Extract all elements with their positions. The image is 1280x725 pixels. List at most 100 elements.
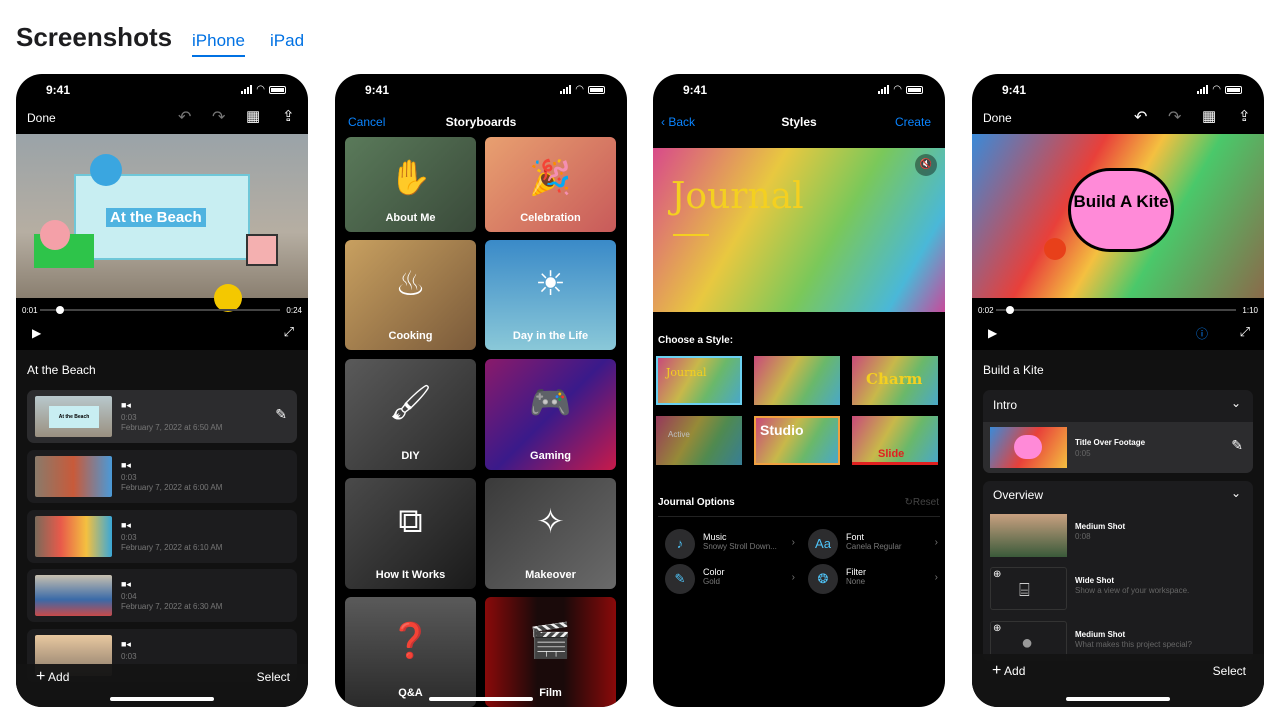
status-icons: ◠ — [560, 84, 605, 95]
option-music[interactable]: ♪ Music Snowy Stroll Down... › — [665, 529, 795, 563]
undo-icon[interactable]: ↶ — [178, 107, 191, 127]
choose-style-label: Choose a Style: — [658, 335, 734, 346]
film-icon[interactable]: ▦ — [1202, 107, 1216, 125]
mute-icon[interactable]: 🔇 — [915, 154, 937, 176]
video-icon: ■◂ — [121, 460, 131, 470]
style-active[interactable]: Active — [656, 416, 742, 465]
storyboard-film[interactable]: 🎬 Film — [485, 597, 616, 707]
redo-icon[interactable]: ↷ — [212, 107, 225, 127]
storyboard-how-it-works[interactable]: ⧉ How It Works — [345, 478, 476, 589]
storyboard-day-in-the-life[interactable]: ☀ Day in the Life — [485, 240, 616, 350]
status-icons: ◠ — [1197, 84, 1242, 95]
redo-icon[interactable]: ↷ — [1168, 107, 1181, 127]
option-font[interactable]: Aa Font Canela Regular › — [808, 529, 938, 563]
pot-icon: ♨ — [395, 265, 426, 304]
style-charm[interactable]: Charm — [852, 356, 938, 405]
gamecontroller-icon: 🎮 — [529, 384, 572, 423]
shot-thumbnail — [990, 514, 1067, 557]
clip-row[interactable]: At the Beach ■◂ 0:03 February 7, 2022 at 6:… — [27, 390, 297, 443]
storyboard-gaming[interactable]: 🎮 Gaming — [485, 359, 616, 470]
current-time: 0:02 — [978, 306, 994, 315]
status-time: 9:41 — [365, 83, 390, 97]
preview-title: Journal — [671, 176, 804, 217]
flowchart-icon: ⧉ — [398, 502, 423, 541]
storyboard-celebration[interactable]: 🎉 Celebration — [485, 137, 616, 232]
film-icon[interactable]: ▦ — [246, 107, 260, 125]
question-bubble-icon: ❓ — [389, 622, 432, 661]
share-icon[interactable]: ⇪ — [282, 107, 295, 125]
current-time: 0:01 — [22, 306, 38, 315]
tab-ipad[interactable]: iPad — [270, 31, 304, 51]
option-filter[interactable]: ❂ Filter None › — [808, 564, 938, 598]
screenshot-4: 9:41 ◠ Done ↶ ↷ ▦ ⇪ Build A Kite 0:02 1:… — [972, 74, 1264, 707]
clip-row[interactable]: Title Over Footage 0:05 ✎ — [983, 422, 1253, 473]
create-button[interactable]: Create — [895, 115, 931, 129]
scrubber[interactable] — [996, 306, 1236, 314]
expand-icon[interactable]: ⤢ — [1240, 324, 1250, 340]
music-note-icon: ♪ — [665, 529, 695, 559]
add-circle-icon: ⊕ — [993, 623, 1002, 634]
home-indicator — [110, 697, 214, 701]
section-overview: Overview ⌄ Medium Shot 0:08 ⊕ ⌸ Wide Shot… — [983, 481, 1253, 661]
info-icon[interactable]: ⓘ — [1196, 325, 1208, 342]
edit-pencil-icon[interactable]: ✎ — [1231, 437, 1243, 454]
shot-placeholder[interactable]: ⊕ ⌸ — [990, 567, 1067, 610]
storyboard-cooking[interactable]: ♨ Cooking — [345, 240, 476, 350]
add-button[interactable]: + Add — [36, 668, 69, 686]
done-button[interactable]: Done — [983, 111, 1012, 125]
play-icon[interactable]: ▶ — [988, 326, 997, 340]
style-preview: Journal 🔇 — [653, 148, 945, 312]
plus-icon: + — [36, 668, 46, 685]
share-icon[interactable]: ⇪ — [1238, 107, 1251, 125]
done-button[interactable]: Done — [27, 111, 56, 125]
status-time: 9:41 — [683, 83, 708, 97]
clip-row[interactable]: ■◂ 0:04 February 7, 2022 at 6:30 AM — [27, 569, 297, 622]
page-title: Screenshots — [16, 22, 173, 52]
scrubber[interactable] — [40, 306, 280, 314]
video-preview[interactable]: Build A Kite — [972, 134, 1264, 298]
reset-button[interactable]: ↻Reset — [904, 497, 939, 508]
video-icon: ■◂ — [121, 579, 131, 589]
chevron-down-icon[interactable]: ⌄ — [1231, 396, 1241, 410]
clip-row[interactable]: ■◂ 0:03 February 7, 2022 at 6:10 AM — [27, 510, 297, 563]
plus-icon: + — [992, 662, 1002, 679]
style-studio[interactable]: Studio — [754, 416, 840, 465]
chevron-down-icon[interactable]: ⌄ — [1231, 486, 1241, 500]
storyboard-about-me[interactable]: ✋ About Me — [345, 137, 476, 232]
edit-pencil-icon[interactable]: ✎ — [275, 406, 287, 423]
storyboard-qa[interactable]: ❓ Q&A — [345, 597, 476, 707]
eyedropper-icon: ✎ — [665, 564, 695, 594]
status-icons: ◠ — [241, 84, 286, 95]
undo-icon[interactable]: ↶ — [1134, 107, 1147, 127]
expand-icon[interactable]: ⤢ — [284, 324, 294, 340]
chevron-right-icon: › — [934, 572, 938, 583]
play-icon[interactable]: ▶ — [32, 326, 41, 340]
select-button[interactable]: Select — [1213, 664, 1246, 678]
clip-row[interactable]: ■◂ 0:03 February 7, 2022 at 6:00 AM — [27, 450, 297, 503]
select-button[interactable]: Select — [257, 670, 290, 684]
options-title: Journal Options — [658, 497, 735, 508]
style-slide[interactable]: Slide — [852, 416, 938, 465]
tab-iphone[interactable]: iPhone — [192, 31, 245, 57]
wave-hand-icon: ✋ — [389, 158, 432, 197]
status-time: 9:41 — [1002, 83, 1027, 97]
storyboard-makeover[interactable]: ✧ Makeover — [485, 478, 616, 589]
desk-icon: ⌸ — [1019, 580, 1030, 600]
chevron-right-icon: › — [934, 537, 938, 548]
storyboard-diy[interactable]: 🖌 DIY — [345, 359, 476, 470]
video-preview[interactable]: At the Beach — [16, 134, 308, 312]
total-time: 1:10 — [1242, 306, 1258, 315]
status-time: 9:41 — [46, 83, 71, 97]
option-color[interactable]: ✎ Color Gold › — [665, 564, 795, 598]
reset-icon: ↻ — [904, 497, 913, 508]
filter-icon: ❂ — [808, 564, 838, 594]
overlay-title: Build A Kite — [1068, 168, 1174, 252]
style-option-2[interactable] — [754, 356, 840, 405]
video-icon: ■◂ — [121, 400, 131, 410]
person-icon: ● — [1021, 632, 1034, 654]
home-indicator — [1066, 697, 1170, 701]
video-icon: ■◂ — [121, 520, 131, 530]
add-button[interactable]: + Add — [992, 662, 1025, 680]
style-journal[interactable]: Journal — [656, 356, 742, 405]
sparkle-icon: ✧ — [536, 503, 565, 542]
